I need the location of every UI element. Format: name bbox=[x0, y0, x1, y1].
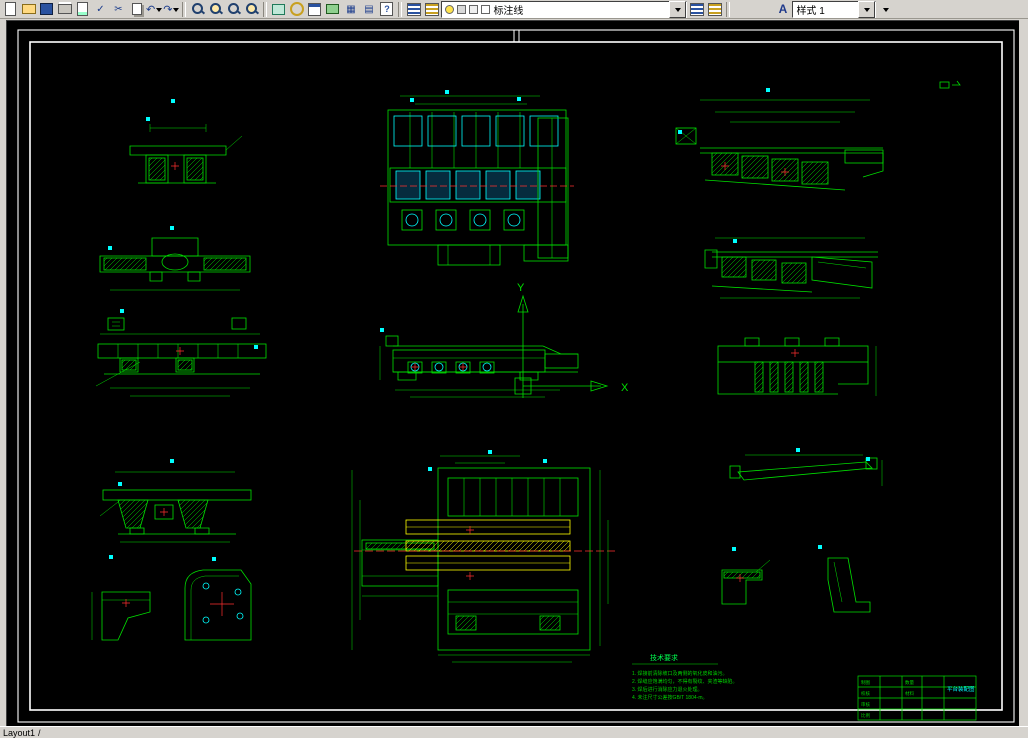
cut-icon[interactable]: ✂ bbox=[110, 2, 127, 17]
preview-icon[interactable] bbox=[74, 2, 91, 17]
layer-dropdown-value: 标注线 bbox=[493, 5, 524, 17]
toolbar-separator bbox=[182, 1, 187, 17]
zoom-previous-icon[interactable] bbox=[243, 2, 260, 17]
layer-on-icon bbox=[445, 4, 455, 14]
layout-tab-bar: Layout1 / bbox=[0, 726, 1028, 738]
style-dropdown-button[interactable] bbox=[858, 0, 876, 18]
table-icon[interactable]: ▦ bbox=[342, 2, 359, 17]
help-icon[interactable]: ? bbox=[378, 2, 395, 17]
save-icon[interactable] bbox=[38, 2, 55, 17]
chevron-down-icon bbox=[674, 7, 681, 15]
copy-icon[interactable] bbox=[128, 2, 145, 17]
main-toolbar: ✓ ✂ ↶ ↷ ▦ ▤ ? 标注线 A 样式 1 bbox=[0, 0, 1028, 19]
redo-button[interactable]: ↷ bbox=[163, 3, 180, 16]
toolbar-overflow-caret[interactable] bbox=[877, 2, 894, 17]
layer-states-icon[interactable] bbox=[423, 2, 440, 17]
tab-divider: / bbox=[38, 727, 41, 738]
toolbar-separator bbox=[726, 1, 731, 17]
undo-caret-icon[interactable] bbox=[156, 7, 163, 15]
chevron-down-icon bbox=[863, 7, 870, 15]
drawing-canvas[interactable] bbox=[6, 20, 1019, 727]
tab-layout1[interactable]: Layout1 bbox=[3, 728, 35, 738]
layer-freeze-icon bbox=[457, 4, 467, 14]
dim-angular-icon[interactable] bbox=[288, 2, 305, 17]
zoom-in-icon[interactable] bbox=[225, 2, 242, 17]
redo-caret-icon[interactable] bbox=[173, 7, 180, 15]
zoom-realtime-icon[interactable] bbox=[189, 2, 206, 17]
text-style-icon[interactable]: A bbox=[774, 2, 791, 17]
toolbar-separator bbox=[398, 1, 403, 17]
style-dropdown[interactable]: 样式 1 bbox=[792, 0, 877, 18]
layer-dropdown[interactable]: 标注线 bbox=[441, 0, 688, 18]
layer-color-chip bbox=[481, 4, 491, 14]
layer-lock-icon bbox=[469, 4, 479, 14]
style-dropdown-value: 样式 1 bbox=[796, 5, 825, 17]
measure-icon[interactable] bbox=[324, 2, 341, 17]
zoom-window-icon[interactable] bbox=[207, 2, 224, 17]
make-object-layer-icon[interactable] bbox=[688, 2, 705, 17]
properties-icon[interactable] bbox=[306, 2, 323, 17]
spell-check-icon[interactable]: ✓ bbox=[92, 2, 109, 17]
open-icon[interactable] bbox=[20, 2, 37, 17]
block-icon[interactable]: ▤ bbox=[360, 2, 377, 17]
toolbar-separator bbox=[263, 1, 268, 17]
new-icon[interactable] bbox=[2, 2, 19, 17]
print-icon[interactable] bbox=[56, 2, 73, 17]
layers-icon[interactable] bbox=[405, 2, 422, 17]
dim-linear-icon[interactable] bbox=[270, 2, 287, 17]
layer-previous-icon[interactable] bbox=[706, 2, 723, 17]
undo-button[interactable]: ↶ bbox=[146, 3, 163, 16]
layer-dropdown-button[interactable] bbox=[669, 0, 687, 18]
